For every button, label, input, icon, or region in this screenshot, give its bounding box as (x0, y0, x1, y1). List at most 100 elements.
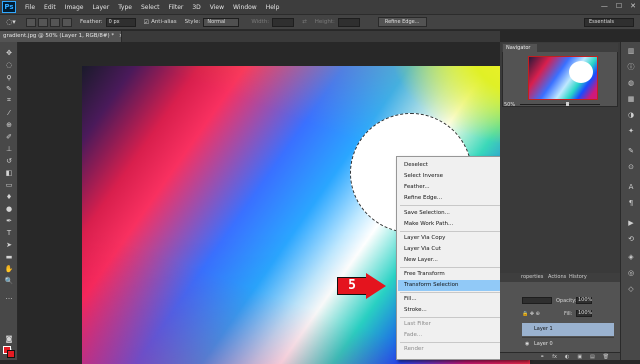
antialias-checkbox[interactable]: ☑ (144, 19, 149, 26)
paragraph-icon[interactable]: ¶ (625, 198, 637, 208)
new-layer-icon[interactable]: ▤ (590, 353, 595, 360)
menu-file[interactable]: File (25, 4, 35, 11)
menu-select[interactable]: Select (141, 4, 160, 11)
menu-view[interactable]: View (210, 4, 224, 11)
window-controls: — ☐ ✕ (601, 2, 636, 10)
crop-tool-icon[interactable]: ⌗ (3, 96, 15, 105)
history-brush-tool-icon[interactable]: ↺ (3, 156, 15, 165)
quick-select-tool-icon[interactable]: ✎ (3, 84, 15, 93)
width-label: Width: (251, 19, 270, 25)
subtract-selection-icon[interactable] (50, 17, 60, 27)
blur-tool-icon[interactable]: ♦ (3, 192, 15, 201)
navigator-thumbnail-selection (569, 61, 593, 83)
delete-layer-icon[interactable]: 🗑 (603, 353, 609, 360)
swatches-icon[interactable]: ▦ (625, 94, 637, 104)
navigator-zoom-slider[interactable] (520, 104, 600, 105)
gradient-tool-icon[interactable]: ▭ (3, 180, 15, 189)
histogram-icon[interactable]: ▥ (625, 46, 637, 56)
shape-tool-icon[interactable]: ▬ (3, 252, 15, 261)
clone-stamp-tool-icon[interactable]: ⊥ (3, 144, 15, 153)
menu-window[interactable]: Window (233, 4, 257, 11)
visibility-eye-icon[interactable]: ◉ (525, 341, 531, 347)
photoshop-logo: Ps (2, 1, 16, 13)
zoom-tool-icon[interactable]: 🔍 (3, 276, 15, 285)
quick-mask-icon[interactable]: ◙ (3, 334, 15, 343)
tab-close-icon[interactable]: × (119, 33, 121, 39)
menu-filter[interactable]: Filter (169, 4, 184, 11)
actions-icon[interactable]: ▶ (625, 218, 637, 228)
fill-input[interactable]: 100% (576, 310, 592, 317)
maximize-icon[interactable]: ☐ (616, 2, 622, 10)
dodge-tool-icon[interactable]: ● (3, 204, 15, 213)
document-tab[interactable]: gradient.jpg @ 50% (Layer 1, RGB/8#) * × (0, 31, 122, 42)
group-icon[interactable]: ▣ (577, 353, 582, 360)
workspace-select[interactable]: Essentials (584, 18, 634, 27)
eyedropper-tool-icon[interactable]: ⁄ (3, 108, 15, 117)
navigator-zoom-slider-knob[interactable] (566, 102, 569, 106)
character-icon[interactable]: A (625, 182, 637, 192)
menu-bar: Ps File Edit Image Layer Type Select Fil… (0, 0, 640, 14)
options-bar: ◌▾ Feather: 0 px ☑ Anti-alias Style: Nor… (0, 14, 640, 30)
layers-bottom-bar: ⚭ fx ◐ ▣ ▤ 🗑 (500, 352, 620, 360)
tools-panel: ✥ ◌ ϙ ✎ ⌗ ⁄ ⊕ ✐ ⊥ ↺ ◧ ▭ ♦ ● ✒ T ➤ ▬ ✋ 🔍 … (0, 42, 18, 360)
adjustments-icon[interactable]: ◑ (625, 110, 637, 120)
minimize-icon[interactable]: — (601, 2, 608, 10)
info-icon[interactable]: ⓘ (625, 62, 637, 72)
width-input[interactable] (272, 17, 295, 27)
brush-tool-icon[interactable]: ✐ (3, 132, 15, 141)
lasso-tool-icon[interactable]: ϙ (3, 72, 15, 81)
marquee-ellipse-icon[interactable]: ◌▾ (4, 18, 18, 27)
menu-layer[interactable]: Layer (92, 4, 109, 11)
layer-style-icon[interactable]: fx (552, 353, 557, 360)
background-color-swatch[interactable] (7, 350, 15, 358)
swap-icon[interactable]: ⇄ (302, 19, 307, 25)
navigator-zoom-value[interactable]: 50% (504, 102, 515, 108)
close-icon[interactable]: ✕ (630, 2, 636, 10)
color-icon[interactable]: ◍ (625, 78, 637, 88)
menu-type[interactable]: Type (118, 4, 132, 11)
hand-tool-icon[interactable]: ✋ (3, 264, 15, 273)
layer-row-layer-0[interactable]: Layer 0 (522, 337, 614, 350)
arrow-head (366, 273, 386, 299)
clone-source-icon[interactable]: ⊙ (625, 162, 637, 172)
type-tool-icon[interactable]: T (3, 228, 15, 237)
feather-input[interactable]: 0 px (105, 17, 136, 27)
tab-navigator[interactable]: Navigator (503, 44, 537, 52)
fill-label: Fill: (564, 311, 573, 317)
paths-icon[interactable]: ◇ (625, 284, 637, 294)
lock-icons[interactable]: 🔒 ✥ ⊕ (522, 311, 540, 317)
eraser-tool-icon[interactable]: ◧ (3, 168, 15, 177)
adjustment-layer-icon[interactable]: ◐ (565, 353, 569, 360)
marquee-tool-icon[interactable]: ◌ (3, 60, 15, 69)
tab-properties[interactable]: roperties (521, 274, 543, 281)
layer-row-layer-1[interactable]: Layer 1 (522, 323, 614, 336)
healing-tool-icon[interactable]: ⊕ (3, 120, 15, 129)
height-input[interactable] (337, 17, 360, 27)
document-tab-title: gradient.jpg @ 50% (Layer 1, RGB/8#) * (3, 33, 115, 39)
menu-help[interactable]: Help (266, 4, 280, 11)
menu-3d[interactable]: 3D (192, 4, 200, 11)
channels-icon[interactable]: ◎ (625, 268, 637, 278)
move-tool-icon[interactable]: ✥ (3, 48, 15, 57)
styles-icon[interactable]: ✦ (625, 126, 637, 136)
style-select[interactable]: Normal (203, 17, 240, 27)
pen-tool-icon[interactable]: ✒ (3, 216, 15, 225)
tab-actions[interactable]: Actions (548, 274, 566, 281)
path-select-tool-icon[interactable]: ➤ (3, 240, 15, 249)
menu-image[interactable]: Image (65, 4, 84, 11)
link-layers-icon[interactable]: ⚭ (540, 353, 544, 360)
brush-panel-icon[interactable]: ✎ (625, 146, 637, 156)
layers-icon[interactable]: ◈ (625, 252, 637, 262)
add-selection-icon[interactable] (38, 17, 48, 27)
style-label: Style: (184, 19, 201, 25)
new-selection-icon[interactable] (26, 17, 36, 27)
refine-edge-button[interactable]: Refine Edge... (377, 17, 427, 27)
menu-edit[interactable]: Edit (44, 4, 56, 11)
tab-history[interactable]: History (569, 274, 587, 281)
opacity-input[interactable]: 100% (576, 297, 592, 304)
extra-tools-icon[interactable]: … (3, 292, 15, 301)
history-icon[interactable]: ⟲ (625, 234, 637, 244)
feather-label: Feather: (80, 19, 103, 25)
blend-mode-select[interactable] (522, 297, 552, 304)
intersect-selection-icon[interactable] (62, 17, 72, 27)
